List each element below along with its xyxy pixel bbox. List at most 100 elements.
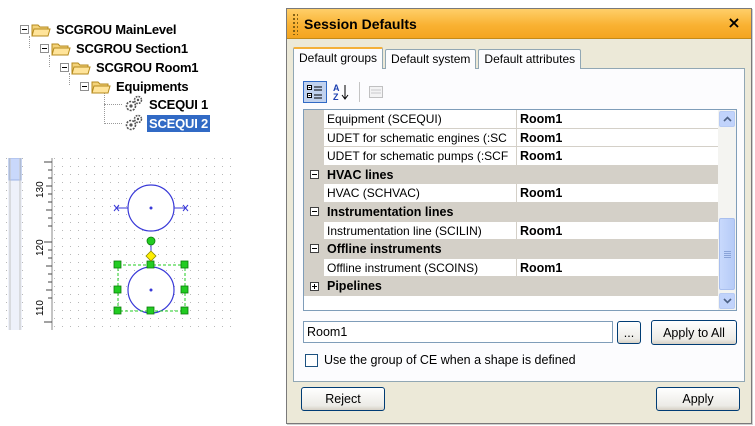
property-value[interactable]: Room1 xyxy=(517,147,718,165)
tree-item-label: SCGROU MainLevel xyxy=(56,21,177,37)
chevron-down-icon xyxy=(722,298,732,304)
tab-default-system[interactable]: Default system xyxy=(385,49,477,69)
canvas-vscroll[interactable] xyxy=(8,158,22,330)
group-value-input[interactable]: Room1 xyxy=(303,321,613,343)
row-gutter xyxy=(304,147,324,165)
property-value[interactable]: Room1 xyxy=(517,222,718,240)
collapse-icon[interactable] xyxy=(20,24,29,34)
gear-icon xyxy=(124,114,144,132)
grid-category-instrumentation[interactable]: Instrumentation lines xyxy=(304,202,718,222)
row-gutter xyxy=(304,240,324,258)
property-value[interactable]: Room1 xyxy=(517,129,718,147)
property-grid-rows: Equipment (SCEQUI) Room1 UDET for schema… xyxy=(304,110,718,296)
folder-open-icon xyxy=(51,41,71,56)
expand-icon[interactable] xyxy=(309,281,319,291)
category-name: Offline instruments xyxy=(327,242,442,257)
toolbar-separator xyxy=(359,82,360,102)
property-grid[interactable]: Equipment (SCEQUI) Room1 UDET for schema… xyxy=(303,109,737,311)
alphabetical-button[interactable]: A Z xyxy=(329,81,353,103)
row-gutter xyxy=(304,110,324,128)
property-name: Offline instrument (SCOINS) xyxy=(324,258,517,277)
tree-item-scequi2[interactable]: SCEQUI 2 xyxy=(124,114,211,132)
row-gutter xyxy=(304,277,324,295)
property-name: UDET for schematic engines (:SC xyxy=(324,128,517,147)
property-value[interactable]: Room1 xyxy=(517,184,718,202)
tree-item-section[interactable]: SCGROU Section1 xyxy=(40,39,190,57)
tab-default-groups[interactable]: Default groups xyxy=(293,47,384,69)
grid-row[interactable]: Equipment (SCEQUI) Room1 xyxy=(304,110,718,129)
row-gutter xyxy=(304,184,324,202)
collapse-icon[interactable] xyxy=(309,170,319,180)
model-tree: SCGROU MainLevel SCGROU Section1 SCGROU … xyxy=(0,0,240,150)
tree-item-label: SCEQUI 2 xyxy=(147,114,211,132)
tree-connector xyxy=(104,104,122,105)
property-pages-icon xyxy=(369,86,383,98)
ruler-label: 120 xyxy=(35,239,46,256)
apply-button[interactable]: Apply xyxy=(656,387,740,411)
use-ce-group-option[interactable]: Use the group of CE when a shape is defi… xyxy=(305,353,576,367)
categorized-icon xyxy=(307,85,322,99)
property-value[interactable]: Room1 xyxy=(517,259,718,277)
tree-item-label: Equipments xyxy=(116,78,189,94)
tree-item-mainlevel[interactable]: SCGROU MainLevel xyxy=(20,20,178,38)
categorized-button[interactable] xyxy=(303,81,327,103)
drag-grip-icon[interactable] xyxy=(292,12,298,35)
category-name: HVAC lines xyxy=(327,167,394,182)
apply-to-all-button[interactable]: Apply to All xyxy=(651,320,737,345)
tree-item-label: SCEQUI 1 xyxy=(149,96,209,112)
grid-row[interactable]: Offline instrument (SCOINS) Room1 xyxy=(304,258,718,278)
row-gutter xyxy=(304,165,324,184)
tree-item-scequi1[interactable]: SCEQUI 1 xyxy=(124,95,210,113)
session-defaults-dialog: Session Defaults × Default groups Defaul… xyxy=(286,8,752,424)
property-name: HVAC (SCHVAC) xyxy=(324,184,517,202)
dialog-title-bar[interactable]: Session Defaults × xyxy=(287,9,751,39)
chevron-up-icon xyxy=(722,116,732,122)
close-button[interactable]: × xyxy=(725,14,743,32)
ruler-label: 130 xyxy=(35,181,46,198)
grid-category-pipelines[interactable]: Pipelines xyxy=(304,277,718,296)
scroll-up-button[interactable] xyxy=(719,111,735,127)
scroll-thumb[interactable] xyxy=(719,218,735,290)
grid-category-hvac[interactable]: HVAC lines xyxy=(304,165,718,185)
folder-open-icon xyxy=(31,22,51,37)
sort-az-icon: A Z xyxy=(333,83,349,101)
tab-default-attributes[interactable]: Default attributes xyxy=(478,49,582,69)
property-name: Instrumentation line (SCILIN) xyxy=(324,221,517,240)
grid-row[interactable]: UDET for schematic pumps (:SCF Room1 xyxy=(304,147,718,166)
folder-open-icon xyxy=(91,79,111,94)
reject-button[interactable]: Reject xyxy=(301,387,385,411)
property-pages-button[interactable] xyxy=(364,81,388,103)
grid-row[interactable]: HVAC (SCHVAC) Room1 xyxy=(304,184,718,203)
ruler-label: 110 xyxy=(35,300,46,316)
grid-toolbar: A Z xyxy=(303,81,390,105)
grid-row[interactable]: UDET for schematic engines (:SC Room1 xyxy=(304,128,718,148)
folder-open-icon xyxy=(71,60,91,75)
tree-item-equipments[interactable]: Equipments xyxy=(80,77,190,95)
tab-strip: Default groups Default system Default at… xyxy=(293,47,583,69)
vertical-ruler: 130 120 110 xyxy=(24,158,53,330)
collapse-icon[interactable] xyxy=(309,244,319,254)
property-value[interactable]: Room1 xyxy=(517,110,718,128)
svg-text:Z: Z xyxy=(333,92,339,101)
collapse-icon[interactable] xyxy=(309,207,319,217)
tree-connector xyxy=(104,123,122,124)
use-ce-group-label: Use the group of CE when a shape is defi… xyxy=(324,353,576,367)
scroll-grip-icon xyxy=(724,251,731,258)
grid-category-offline[interactable]: Offline instruments xyxy=(304,240,718,259)
grid-scrollbar[interactable] xyxy=(718,110,736,310)
row-gutter xyxy=(304,128,324,147)
collapse-icon[interactable] xyxy=(80,81,89,91)
tree-item-room[interactable]: SCGROU Room1 xyxy=(60,58,200,76)
browse-button[interactable]: ... xyxy=(617,321,641,344)
collapse-icon[interactable] xyxy=(60,62,69,72)
category-name: Instrumentation lines xyxy=(327,204,454,219)
dialog-title: Session Defaults xyxy=(304,15,417,32)
grid-row[interactable]: Instrumentation line (SCILIN) Room1 xyxy=(304,221,718,241)
scroll-down-button[interactable] xyxy=(719,293,735,309)
drawing-canvas[interactable]: 130 120 110 xyxy=(6,158,234,330)
tree-item-label: SCGROU Room1 xyxy=(96,59,199,75)
property-name: Equipment (SCEQUI) xyxy=(324,110,517,128)
collapse-icon[interactable] xyxy=(40,43,49,53)
use-ce-group-checkbox[interactable] xyxy=(305,353,318,367)
category-name: Pipelines xyxy=(327,279,382,294)
